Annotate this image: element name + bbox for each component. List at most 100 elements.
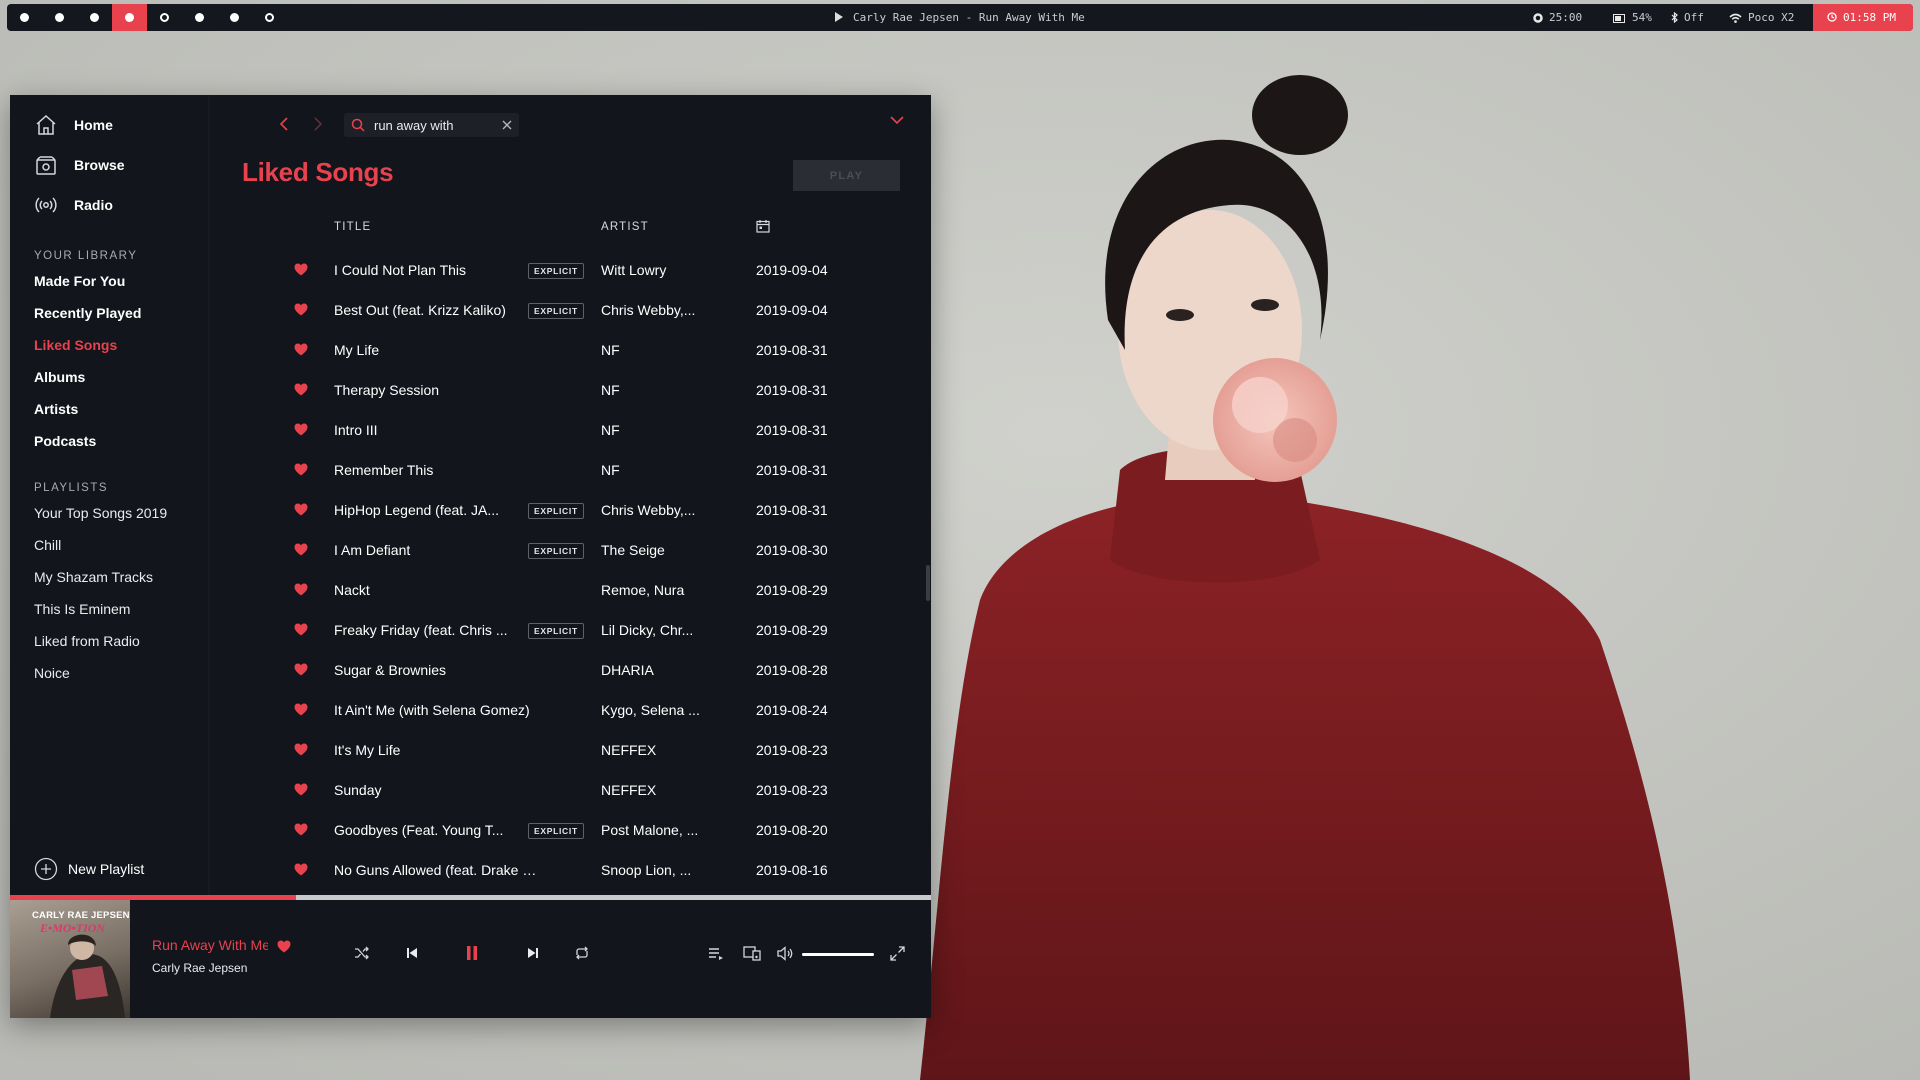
track-artist[interactable]: Witt Lowry	[601, 262, 711, 278]
forward-arrow-icon[interactable]	[308, 115, 326, 133]
heart-icon[interactable]	[294, 503, 308, 516]
heart-icon[interactable]	[294, 703, 308, 716]
heart-icon[interactable]	[294, 783, 308, 796]
sidebar-item-artists[interactable]: Artists	[34, 401, 78, 417]
clock[interactable]: 01:58 PM	[1813, 4, 1913, 31]
track-row[interactable]: Intro III NF 2019-08-31	[210, 410, 926, 450]
devices-icon[interactable]	[743, 946, 761, 961]
track-row[interactable]: Therapy Session NF 2019-08-31	[210, 370, 926, 410]
previous-icon[interactable]	[406, 947, 418, 959]
track-artist[interactable]: NEFFEX	[601, 782, 711, 798]
track-row[interactable]: Sugar & Brownies DHARIA 2019-08-28	[210, 650, 926, 690]
heart-icon[interactable]	[294, 303, 308, 316]
heart-icon[interactable]	[294, 743, 308, 756]
sidebar-item-recently-played[interactable]: Recently Played	[34, 305, 141, 321]
track-artist[interactable]: DHARIA	[601, 662, 711, 678]
search-box[interactable]	[344, 113, 519, 137]
heart-icon[interactable]	[294, 823, 308, 836]
wifi-status[interactable]: Poco X2	[1729, 11, 1794, 24]
heart-icon[interactable]	[294, 543, 308, 556]
track-artist[interactable]: NF	[601, 342, 711, 358]
queue-icon[interactable]	[708, 947, 724, 961]
track-artist[interactable]: Lil Dicky, Chr...	[601, 622, 711, 638]
track-row[interactable]: Best Out (feat. Krizz Kaliko) EXPLICIT Chr…	[210, 290, 926, 330]
now-playing-title[interactable]: Run Away With Me	[152, 937, 268, 953]
heart-icon[interactable]	[294, 383, 308, 396]
track-artist[interactable]: Post Malone, ...	[601, 822, 711, 838]
track-artist[interactable]: Kygo, Selena ...	[601, 702, 711, 718]
track-row[interactable]: I Could Not Plan This EXPLICIT Witt Lowry 2…	[210, 250, 926, 290]
repeat-icon[interactable]	[574, 946, 590, 960]
sidebar-item-liked-songs[interactable]: Liked Songs	[34, 337, 117, 353]
column-header-artist[interactable]: ARTIST	[601, 221, 649, 233]
sidebar-playlist-item[interactable]: Your Top Songs 2019	[34, 505, 167, 521]
sidebar-playlist-item[interactable]: My Shazam Tracks	[34, 569, 153, 585]
heart-icon[interactable]	[294, 623, 308, 636]
heart-icon[interactable]	[294, 423, 308, 436]
now-playing-artist[interactable]: Carly Rae Jepsen	[152, 961, 247, 975]
album-art[interactable]: CARLY RAE JEPSEN E•MO•TION	[10, 900, 130, 1018]
column-header-title[interactable]: TITLE	[334, 221, 371, 233]
track-artist[interactable]: Snoop Lion, ...	[601, 862, 711, 878]
timer-status[interactable]: 25:00	[1533, 11, 1582, 24]
sidebar-item-radio[interactable]: Radio	[34, 193, 113, 217]
track-artist[interactable]: NF	[601, 462, 711, 478]
heart-icon[interactable]	[294, 343, 308, 356]
now-playing-indicator[interactable]: Carly Rae Jepsen - Run Away With Me	[835, 11, 1085, 24]
workspace-7[interactable]	[217, 4, 252, 31]
sidebar-item-albums[interactable]: Albums	[34, 369, 85, 385]
track-row[interactable]: My Life NF 2019-08-31	[210, 330, 926, 370]
track-artist[interactable]: Chris Webby,...	[601, 302, 711, 318]
track-row[interactable]: Sunday NEFFEX 2019-08-23	[210, 770, 926, 810]
workspace-8[interactable]	[252, 4, 287, 31]
chevron-down-icon[interactable]	[888, 113, 906, 127]
workspace-1[interactable]	[7, 4, 42, 31]
heart-icon[interactable]	[294, 463, 308, 476]
track-row[interactable]: No Guns Allowed (feat. Drake & Cori ... S…	[210, 850, 926, 890]
track-row[interactable]: I Am Defiant EXPLICIT The Seige 2019-08-30	[210, 530, 926, 570]
calendar-icon[interactable]	[756, 219, 770, 233]
heart-icon[interactable]	[277, 940, 291, 953]
heart-icon[interactable]	[294, 263, 308, 276]
track-artist[interactable]: Remoe, Nura	[601, 582, 711, 598]
sidebar-item-podcasts[interactable]: Podcasts	[34, 433, 96, 449]
shuffle-icon[interactable]	[354, 946, 370, 960]
fullscreen-icon[interactable]	[890, 946, 905, 961]
heart-icon[interactable]	[294, 863, 308, 876]
sidebar-item-made-for-you[interactable]: Made For You	[34, 273, 125, 289]
track-row[interactable]: Goodbyes (Feat. Young T... EXPLICIT Post M…	[210, 810, 926, 850]
play-button[interactable]: PLAY	[793, 160, 900, 191]
heart-icon[interactable]	[294, 663, 308, 676]
pause-icon[interactable]	[464, 945, 480, 961]
track-row[interactable]: Remember This NF 2019-08-31	[210, 450, 926, 490]
workspace-6[interactable]	[182, 4, 217, 31]
sidebar-item-home[interactable]: Home	[34, 113, 113, 137]
next-icon[interactable]	[527, 947, 539, 959]
track-row[interactable]: It's My Life NEFFEX 2019-08-23	[210, 730, 926, 770]
track-row[interactable]: Nackt Remoe, Nura 2019-08-29	[210, 570, 926, 610]
volume-slider[interactable]	[802, 953, 874, 956]
back-arrow-icon[interactable]	[276, 115, 294, 133]
track-artist[interactable]: The Seige	[601, 542, 711, 558]
sidebar-item-browse[interactable]: Browse	[34, 153, 125, 177]
workspace-4[interactable]	[112, 4, 147, 31]
sidebar-playlist-item[interactable]: Noice	[34, 665, 70, 681]
heart-icon[interactable]	[294, 583, 308, 596]
track-artist[interactable]: Chris Webby,...	[601, 502, 711, 518]
new-playlist-button[interactable]: New Playlist	[34, 857, 144, 881]
volume-icon[interactable]	[777, 946, 795, 961]
bluetooth-status[interactable]: Off	[1671, 11, 1704, 24]
track-row[interactable]: HipHop Legend (feat. JA... EXPLICIT Chris …	[210, 490, 926, 530]
track-artist[interactable]: NF	[601, 382, 711, 398]
workspace-5[interactable]	[147, 4, 182, 31]
workspace-2[interactable]	[42, 4, 77, 31]
track-row[interactable]: Freaky Friday (feat. Chris ... EXPLICIT Li…	[210, 610, 926, 650]
sidebar-playlist-item[interactable]: Liked from Radio	[34, 633, 140, 649]
sidebar-playlist-item[interactable]: Chill	[34, 537, 61, 553]
search-input[interactable]	[374, 115, 492, 135]
track-row[interactable]: It Ain't Me (with Selena Gomez) Kygo, Sel…	[210, 690, 926, 730]
track-artist[interactable]: NEFFEX	[601, 742, 711, 758]
clear-search-icon[interactable]	[501, 119, 513, 131]
workspace-3[interactable]	[77, 4, 112, 31]
track-artist[interactable]: NF	[601, 422, 711, 438]
